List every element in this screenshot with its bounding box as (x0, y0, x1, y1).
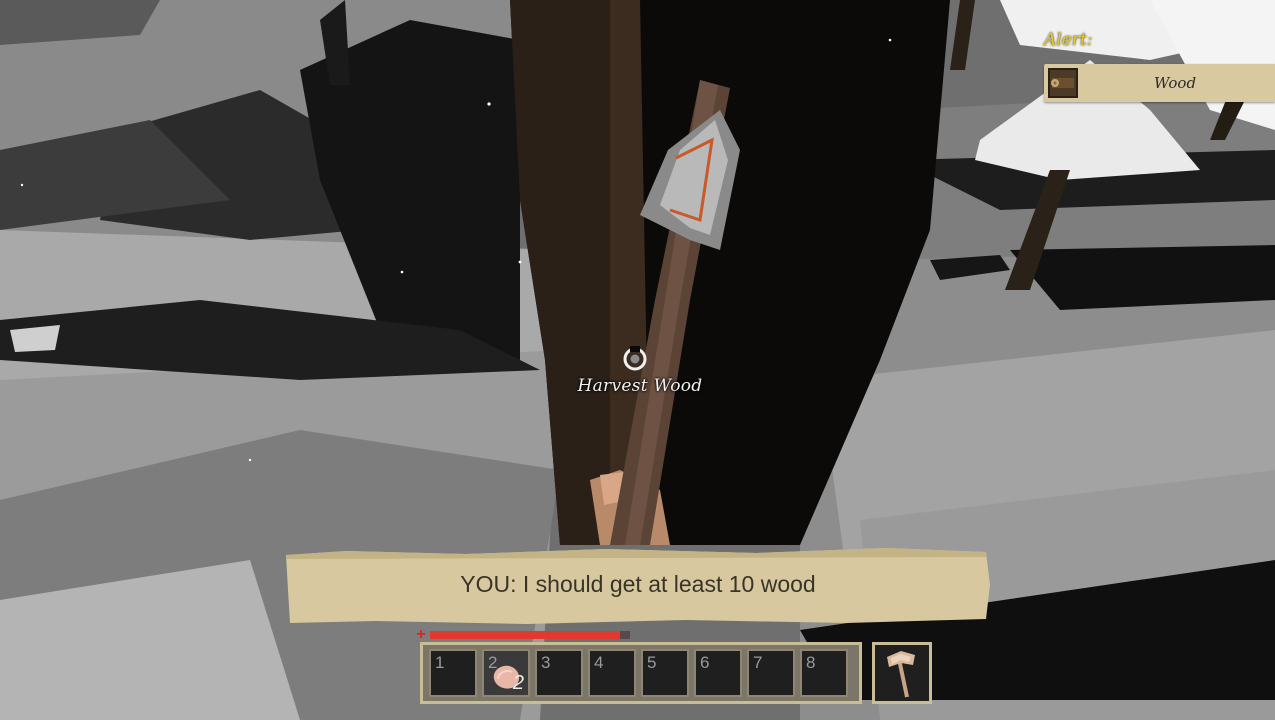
dialog-text: YOU: I should get at least 10 wood (460, 571, 816, 597)
interaction-prompt: Harvest Wood (577, 376, 703, 396)
hotbar-slot-4[interactable]: 4 (588, 649, 636, 697)
slot-number: 5 (647, 653, 657, 672)
hotbar-slot-6[interactable]: 6 (694, 649, 742, 697)
slot-number: 4 (594, 653, 604, 672)
slot-count: 2 (512, 672, 524, 694)
hotbar-slot-1[interactable]: 1 (429, 649, 477, 697)
slot-number: 8 (806, 653, 816, 672)
hotbar-slot-3[interactable]: 3 (535, 649, 583, 697)
slot-number: 7 (753, 653, 763, 672)
equipped-tool-slot[interactable] (872, 642, 932, 704)
hotbar-slot-5[interactable]: 5 (641, 649, 689, 697)
health-bar (430, 631, 630, 639)
dialog-box: YOU: I should get at least 10 wood (286, 545, 990, 625)
stone-axe-icon (887, 651, 915, 698)
alert-title: Alert: (1044, 30, 1093, 50)
slot-number: 1 (435, 653, 445, 672)
health-bar-fill (430, 631, 620, 639)
hotbar-slot-8[interactable]: 8 (800, 649, 848, 697)
hotbar-slot-7[interactable]: 7 (747, 649, 795, 697)
interact-ring-icon (623, 346, 647, 371)
hotbar: 1 2 2 3 4 5 6 7 8 (420, 642, 862, 704)
alert-item-name: Wood (1154, 74, 1197, 92)
alert-item: Wood (1044, 64, 1275, 102)
health-cross-icon: + (416, 626, 426, 643)
slot-number: 3 (541, 653, 551, 672)
slot-number: 6 (700, 653, 710, 672)
log-icon (1048, 68, 1078, 98)
hotbar-slot-2[interactable]: 2 2 (482, 649, 530, 697)
